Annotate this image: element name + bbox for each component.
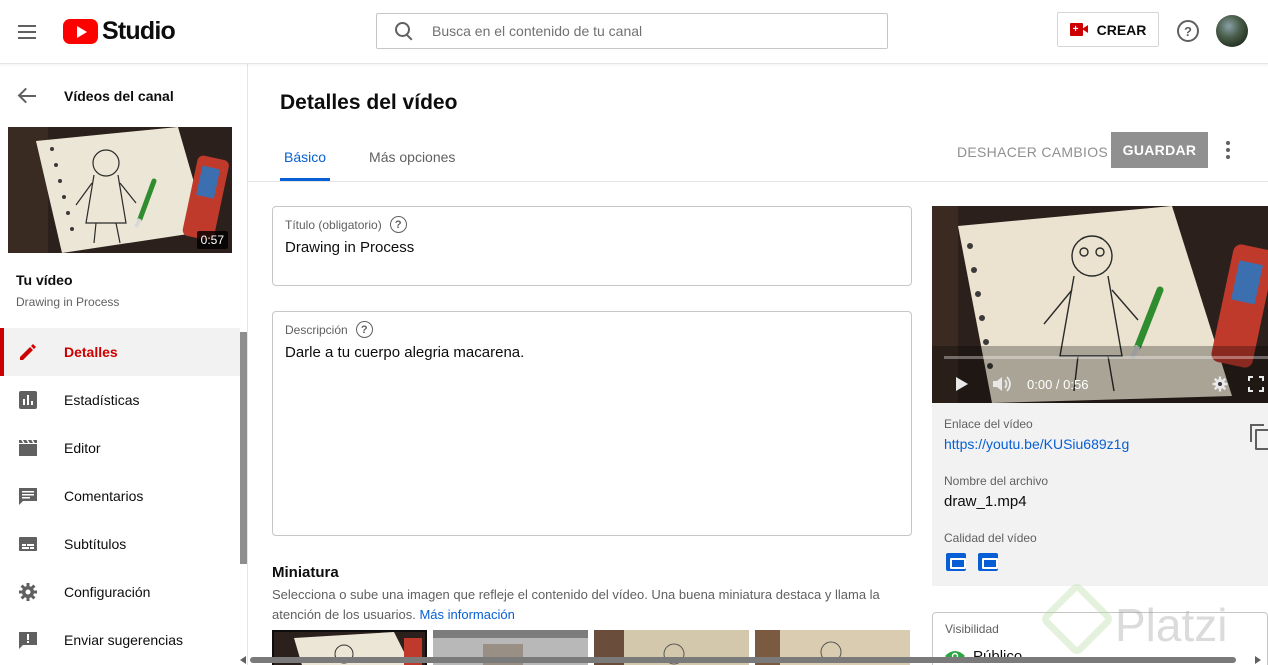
description-field[interactable]: Descripción ? Darle a tu cuerpo alegria … xyxy=(272,311,912,536)
feedback-icon xyxy=(19,632,37,649)
sidebar-item-editor[interactable]: Editor xyxy=(0,424,240,472)
tab-divider xyxy=(248,181,1268,182)
your-video-label: Tu vídeo xyxy=(16,272,73,288)
save-button[interactable]: GUARDAR xyxy=(1111,132,1208,168)
help-icon[interactable]: ? xyxy=(1177,20,1199,42)
hd-quality-icon xyxy=(978,553,998,571)
undo-changes-button[interactable]: DESHACER CAMBIOS xyxy=(957,144,1108,160)
sidebar-nav: Detalles Estadísticas Editor Comentarios xyxy=(0,328,240,664)
logo-text: Studio xyxy=(102,16,176,45)
video-title-subtitle: Drawing in Process xyxy=(16,295,120,309)
video-camera-plus-icon: + xyxy=(1069,23,1088,36)
more-options-icon[interactable] xyxy=(1220,140,1236,160)
sidebar-item-label: Comentarios xyxy=(64,488,144,504)
sidebar-item-label: Subtítulos xyxy=(64,536,127,552)
copy-icon[interactable] xyxy=(1250,424,1268,450)
video-player[interactable]: 0:00 / 0:56 xyxy=(932,206,1268,403)
scroll-left-arrow[interactable] xyxy=(240,656,246,664)
filename-label: Nombre del archivo xyxy=(944,474,1049,488)
tab-mas-opciones[interactable]: Más opciones xyxy=(365,140,459,181)
title-field-label: Título (obligatorio) ? xyxy=(285,216,407,233)
more-info-link[interactable]: Más información xyxy=(419,607,514,622)
video-link-label: Enlace del vídeo xyxy=(944,417,1033,431)
create-button[interactable]: + CREAR xyxy=(1057,12,1159,47)
analytics-icon xyxy=(19,391,37,409)
page-title: Detalles del vídeo xyxy=(280,91,458,114)
filename-value: draw_1.mp4 xyxy=(944,493,1027,510)
video-preview-card: 0:00 / 0:56 Enlace del vídeo https://you… xyxy=(932,206,1268,586)
subtitles-icon xyxy=(19,537,37,551)
sidebar-scrollbar[interactable] xyxy=(240,332,247,564)
scroll-right-arrow[interactable] xyxy=(1255,656,1261,664)
menu-icon[interactable] xyxy=(16,20,40,44)
thumbnail-section-description: Selecciona o sube una imagen que refleje… xyxy=(272,585,892,625)
search-box xyxy=(376,13,888,49)
sidebar-item-enviar-sugerencias[interactable]: Enviar sugerencias xyxy=(0,616,240,664)
help-icon[interactable]: ? xyxy=(355,321,373,338)
main-content: Detalles del vídeo Básico Más opciones D… xyxy=(248,64,1268,665)
search-icon[interactable] xyxy=(393,20,415,42)
arrow-back-icon xyxy=(18,88,36,104)
thumbnail-description-text: Selecciona o sube una imagen que refleje… xyxy=(272,587,880,622)
sidebar-item-estadisticas[interactable]: Estadísticas xyxy=(0,376,240,424)
youtube-play-icon xyxy=(63,18,98,44)
studio-logo[interactable]: Studio xyxy=(63,16,176,45)
description-field-label: Descripción ? xyxy=(285,321,373,338)
title-input[interactable]: Drawing in Process xyxy=(285,239,414,256)
sidebar-item-label: Configuración xyxy=(64,584,151,600)
description-input[interactable]: Darle a tu cuerpo alegria macarena. xyxy=(285,344,524,361)
player-controls: 0:00 / 0:56 xyxy=(932,370,1268,400)
video-link[interactable]: https://youtu.be/KUSiu689z1g xyxy=(944,436,1129,452)
tab-basico[interactable]: Básico xyxy=(280,140,331,181)
sidebar-item-label: Estadísticas xyxy=(64,392,140,408)
quality-label: Calidad del vídeo xyxy=(944,531,1037,545)
sidebar-item-label: Detalles xyxy=(64,344,118,360)
video-duration: 0:57 xyxy=(196,231,228,249)
back-label: Vídeos del canal xyxy=(64,88,174,104)
visibility-label: Visibilidad xyxy=(945,622,999,636)
clapperboard-icon xyxy=(19,439,37,456)
pencil-icon xyxy=(20,344,36,360)
sidebar: Vídeos del canal 0:57 Tu vídeo Drawing i xyxy=(0,64,248,665)
sidebar-item-label: Enviar sugerencias xyxy=(64,632,184,648)
top-bar: Studio + CREAR ? xyxy=(0,0,1268,64)
thumbnail-section-title: Miniatura xyxy=(272,564,339,581)
title-field-label-text: Título (obligatorio) xyxy=(285,217,382,232)
back-to-channel-videos[interactable]: Vídeos del canal xyxy=(0,78,248,114)
sd-quality-icon xyxy=(946,553,966,571)
create-label: CREAR xyxy=(1096,21,1147,38)
time-display: 0:00 / 0:56 xyxy=(1027,377,1089,392)
comment-icon xyxy=(19,488,37,505)
sidebar-item-detalles[interactable]: Detalles xyxy=(0,328,240,376)
title-field[interactable]: Título (obligatorio) ? Drawing in Proces… xyxy=(272,206,912,286)
fullscreen-icon[interactable] xyxy=(1248,376,1264,392)
sidebar-item-configuracion[interactable]: Configuración xyxy=(0,568,240,616)
sidebar-item-subtitulos[interactable]: Subtítulos xyxy=(0,520,240,568)
sidebar-item-comentarios[interactable]: Comentarios xyxy=(0,472,240,520)
sidebar-item-label: Editor xyxy=(64,440,101,456)
horizontal-scrollbar[interactable] xyxy=(250,657,1236,663)
volume-icon[interactable] xyxy=(992,376,1014,392)
description-field-label-text: Descripción xyxy=(285,322,348,337)
avatar[interactable] xyxy=(1216,15,1248,47)
video-thumbnail[interactable]: 0:57 xyxy=(8,127,232,253)
video-progress-bar[interactable] xyxy=(944,356,1268,359)
tab-bar: Básico Más opciones xyxy=(280,140,494,181)
gear-icon xyxy=(19,583,37,601)
help-icon[interactable]: ? xyxy=(389,216,407,233)
search-input[interactable] xyxy=(432,23,852,39)
settings-gear-icon[interactable] xyxy=(1212,376,1228,392)
play-icon[interactable] xyxy=(956,377,968,391)
